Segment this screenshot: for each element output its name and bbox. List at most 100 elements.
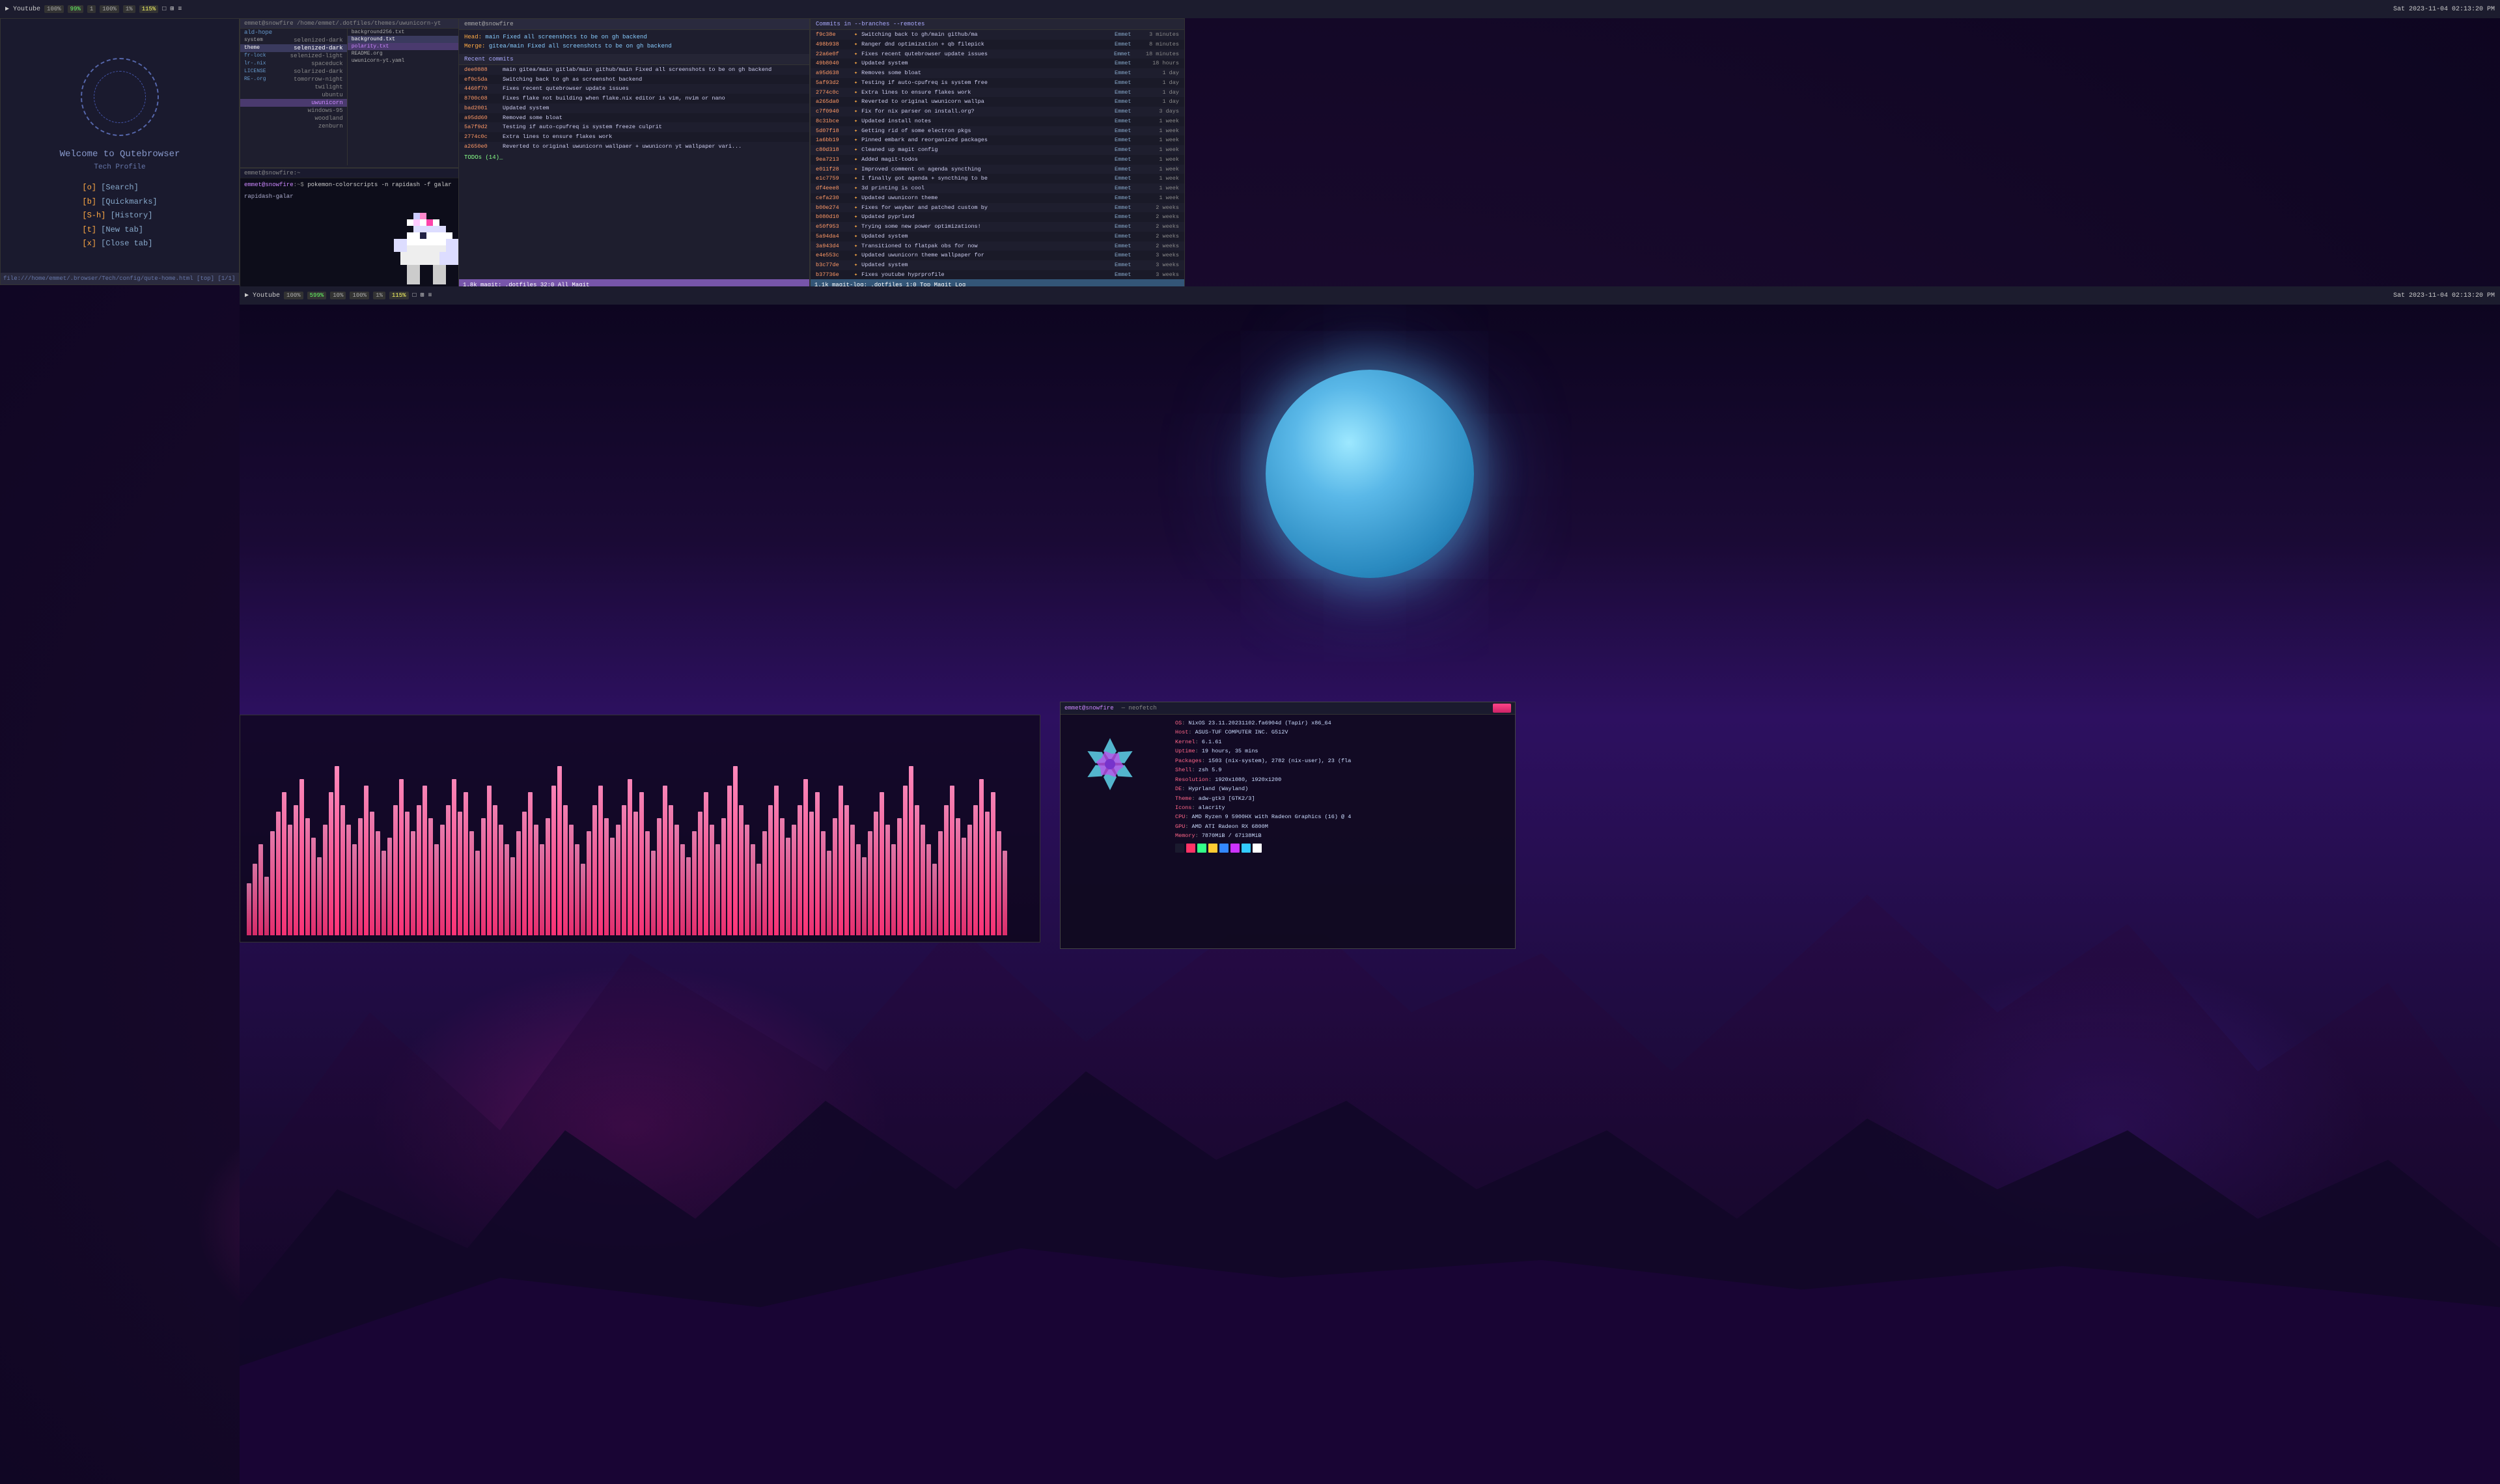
log-row[interactable]: e1c7759✦I finally got agenda + syncthing… — [811, 174, 1184, 184]
log-row[interactable]: b080d10✦Updated pyprlandEmmet2 weeks — [811, 212, 1184, 222]
log-row[interactable]: b3c77de✦Updated systemEmmet3 weeks — [811, 260, 1184, 270]
midbar-second-monitor: ▶ Youtube 100% 599% 10% 100% 1% 115% □ ⊞… — [240, 286, 2500, 305]
midbar-tag-4[interactable]: 100% — [350, 292, 369, 299]
git-head-value: main Fixed all screenshots to be on gh b… — [485, 34, 646, 40]
commit-row[interactable]: a2650e0Reverted to original uwunicorn wa… — [459, 142, 809, 152]
file-item[interactable]: windows-95 — [240, 107, 347, 115]
files-header: emmet@snowfire /home/emmet/.dotfiles/the… — [240, 19, 479, 29]
log-row[interactable]: e4e553c✦Updated uwunicorn theme wallpape… — [811, 251, 1184, 260]
viz-bar — [399, 779, 404, 935]
file-item[interactable]: RE-.orgtomorrow-night — [240, 76, 347, 83]
log-row[interactable]: a95d638✦Removes some bloatEmmet1 day — [811, 68, 1184, 78]
log-row[interactable]: f9c38e✦Switching back to gh/main github/… — [811, 30, 1184, 40]
viz-bar — [387, 838, 392, 935]
tag-4[interactable]: 100% — [100, 5, 119, 13]
commit-row[interactable]: 4460f70Fixes recent qutebrowser update i… — [459, 84, 809, 94]
qb-menu-closetab[interactable]: [x] [Close tab] — [82, 237, 157, 251]
log-row[interactable]: 498b938✦Ranger dnd optimization + qb fil… — [811, 40, 1184, 49]
file-item[interactable]: LICENSEsolarized-dark — [240, 68, 347, 76]
viz-bar — [909, 766, 913, 935]
file-item-uwunicorn[interactable]: uwunicorn — [240, 99, 347, 107]
midbar-tag-1[interactable]: 100% — [284, 292, 303, 299]
viz-bar — [692, 831, 697, 935]
commit-row[interactable]: 5a7f9d2Testing if auto-cpufreq is system… — [459, 122, 809, 132]
commit-row[interactable]: bad2001Updated system — [459, 103, 809, 113]
file-item[interactable]: fr-lockselenized-light — [240, 52, 347, 60]
qb-menu-quickmarks[interactable]: [b] [Quickmarks] — [82, 195, 157, 210]
term-header: emmet@snowfire:~ — [240, 169, 479, 178]
log-row[interactable]: b37736e✦Fixes youtube hyprprofileEmmet3 … — [811, 270, 1184, 280]
viz-bar — [721, 818, 726, 935]
qb-statusbar: file:///home/emmet/.browser/Tech/config/… — [1, 273, 239, 284]
window-visualizer — [240, 715, 1040, 942]
viz-bar — [803, 779, 808, 935]
tag-1[interactable]: 100% — [44, 5, 64, 13]
files-content: ald-hope systemselenized-dark themeselen… — [240, 29, 479, 165]
commit-row[interactable]: a95dd60Removed some bloat — [459, 113, 809, 123]
viz-bar — [335, 766, 339, 935]
commit-row[interactable]: ef0c5daSwitching back to gh as screensho… — [459, 75, 809, 85]
tag-3[interactable]: 1 — [87, 5, 96, 13]
midbar-tag-2[interactable]: 599% — [307, 292, 327, 299]
viz-bar — [839, 786, 843, 935]
file-item[interactable]: woodland — [240, 115, 347, 122]
viz-bar — [674, 825, 679, 935]
log-row[interactable]: b00e274✦Fixes for waybar and patched cus… — [811, 203, 1184, 213]
pokemon-name: rapidash-galar — [244, 193, 475, 202]
midbar-tag-3[interactable]: 10% — [330, 292, 346, 299]
log-row[interactable]: 5a94da4✦Updated systemEmmet2 weeks — [811, 232, 1184, 241]
color-swatch — [1253, 844, 1262, 853]
file-item[interactable]: twilight — [240, 83, 347, 91]
file-item[interactable]: ald-hope — [240, 29, 347, 36]
neofetch-content: OS: NixOS 23.11.20231102.fa6904d (Tapir)… — [1061, 715, 1515, 857]
log-row[interactable]: 5d07f18✦Getting rid of some electron pkg… — [811, 126, 1184, 136]
log-row[interactable]: e011f28✦Improved comment on agenda synct… — [811, 165, 1184, 174]
qb-menu-search[interactable]: [o] [Search] — [82, 181, 157, 195]
log-row[interactable]: c80d318✦Cleaned up magit configEmmet1 we… — [811, 145, 1184, 155]
viz-bar — [569, 825, 574, 935]
file-item[interactable]: lr-.nixspaceduck — [240, 60, 347, 68]
log-row[interactable]: 22a6e0f✦Fixes recent qutebrowser update … — [811, 49, 1184, 59]
log-row[interactable]: 9ea7213✦Added magit-todosEmmet1 week — [811, 155, 1184, 165]
viz-bar — [417, 805, 421, 935]
file-item-selected[interactable]: themeselenized-dark — [240, 44, 347, 52]
log-row[interactable]: cefa230✦Updated uwunicorn themeEmmet1 we… — [811, 193, 1184, 203]
commit-row[interactable]: dee0888main gitea/main gitlab/main githu… — [459, 65, 809, 75]
log-row[interactable]: 49b8040✦Updated systemEmmet18 hours — [811, 59, 1184, 68]
color-swatch — [1175, 844, 1184, 853]
viz-bar — [651, 851, 656, 935]
viz-bar — [622, 805, 626, 935]
commit-row[interactable]: 8700c08Fixes flake not building when fla… — [459, 94, 809, 103]
viz-bar — [370, 812, 374, 935]
log-row[interactable]: a265da0✦Reverted to original uwunicorn w… — [811, 97, 1184, 107]
log-row[interactable]: df4eee8✦3d printing is coolEmmet1 week — [811, 184, 1184, 193]
log-row[interactable]: 3a943d4✦Transitioned to flatpak obs for … — [811, 241, 1184, 251]
tag-5[interactable]: 1% — [123, 5, 135, 13]
midbar-tag-5[interactable]: 1% — [373, 292, 385, 299]
file-item[interactable]: ubuntu — [240, 91, 347, 99]
log-row[interactable]: c7f0940✦Fix for nix parser on install.or… — [811, 107, 1184, 117]
log-row[interactable]: e50f953✦Trying some new power optimizati… — [811, 222, 1184, 232]
viz-bar — [499, 825, 503, 935]
midbar-tag-6[interactable]: 115% — [389, 292, 409, 299]
file-item[interactable]: systemselenized-dark — [240, 36, 347, 44]
qb-menu-newtab[interactable]: [t] [New tab] — [82, 223, 157, 238]
qb-menu-history[interactable]: [S-h] [History] — [82, 209, 157, 223]
viz-bar — [669, 805, 673, 935]
log-row[interactable]: 1a6bb19✦Pinned embark and reorganized pa… — [811, 135, 1184, 145]
tag-2[interactable]: 99% — [68, 5, 83, 13]
viz-bar — [827, 851, 831, 935]
viz-bar — [833, 818, 837, 935]
log-row[interactable]: 8c31bce✦Updated install notesEmmet1 week — [811, 117, 1184, 126]
viz-bar — [704, 792, 708, 935]
commit-row[interactable]: 2774c0cExtra lines to ensure flakes work — [459, 132, 809, 142]
qb-subtitle: Tech Profile — [94, 163, 145, 171]
color-swatch — [1242, 844, 1251, 853]
file-item[interactable]: zenburn — [240, 122, 347, 130]
files-header-text: emmet@snowfire /home/emmet/.dotfiles/the… — [244, 20, 441, 27]
viz-bar — [358, 818, 363, 935]
tag-6[interactable]: 115% — [139, 5, 159, 13]
log-row[interactable]: 5af93d2✦Testing if auto-cpufreq is syste… — [811, 78, 1184, 88]
viz-bar — [710, 825, 714, 935]
log-row[interactable]: 2774c0c✦Extra lines to ensure flakes wor… — [811, 88, 1184, 98]
